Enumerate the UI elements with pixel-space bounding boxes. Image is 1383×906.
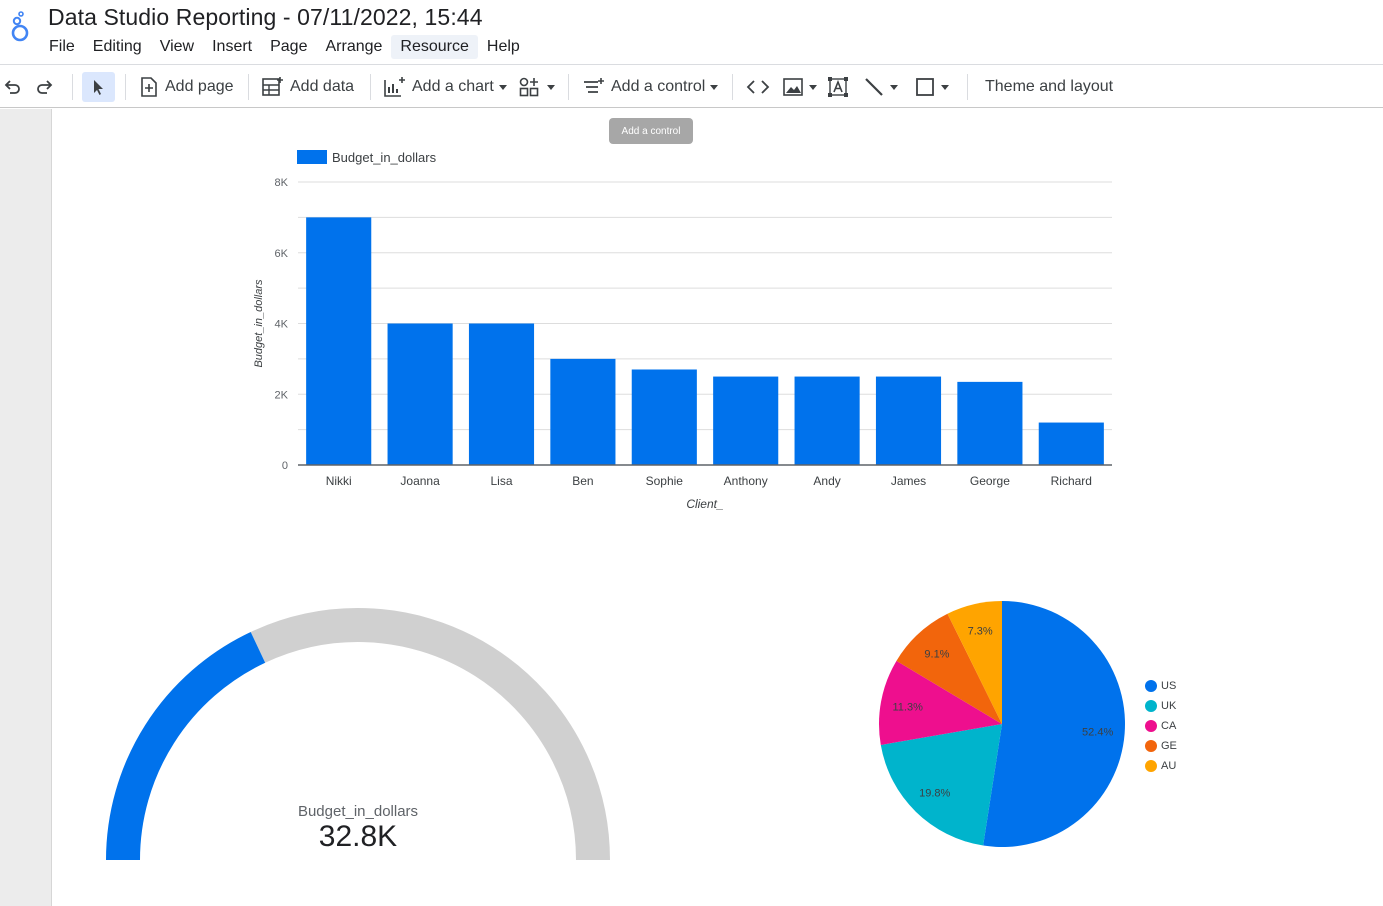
pie-slice-label: 11.3% — [892, 701, 923, 713]
legend-item[interactable]: US — [1145, 676, 1177, 696]
pie-legend: US UK CA GE AU — [1145, 676, 1177, 776]
pie-slice-label: 52.4% — [1082, 726, 1113, 738]
legend-label: GE — [1161, 740, 1177, 752]
legend-label: UK — [1161, 700, 1177, 712]
legend-label: US — [1161, 680, 1177, 692]
legend-swatch — [1145, 680, 1157, 692]
legend-label: CA — [1161, 720, 1177, 732]
legend-item[interactable]: GE — [1145, 736, 1177, 756]
legend-item[interactable]: CA — [1145, 716, 1177, 736]
pie-slice-label: 19.8% — [919, 787, 950, 799]
legend-swatch — [1145, 740, 1157, 752]
pie-slice[interactable] — [983, 601, 1125, 847]
app-window: Data Studio Reporting - 07/11/2022, 15:4… — [0, 0, 1383, 906]
legend-swatch — [1145, 700, 1157, 712]
legend-swatch — [1145, 760, 1157, 772]
legend-item[interactable]: UK — [1145, 696, 1177, 716]
legend-label: AU — [1161, 760, 1177, 772]
legend-swatch — [1145, 720, 1157, 732]
pie-slice[interactable] — [880, 724, 1002, 846]
pie-slice-label: 9.1% — [924, 648, 949, 660]
legend-item[interactable]: AU — [1145, 756, 1177, 776]
pie-slice-label: 7.3% — [968, 626, 993, 638]
